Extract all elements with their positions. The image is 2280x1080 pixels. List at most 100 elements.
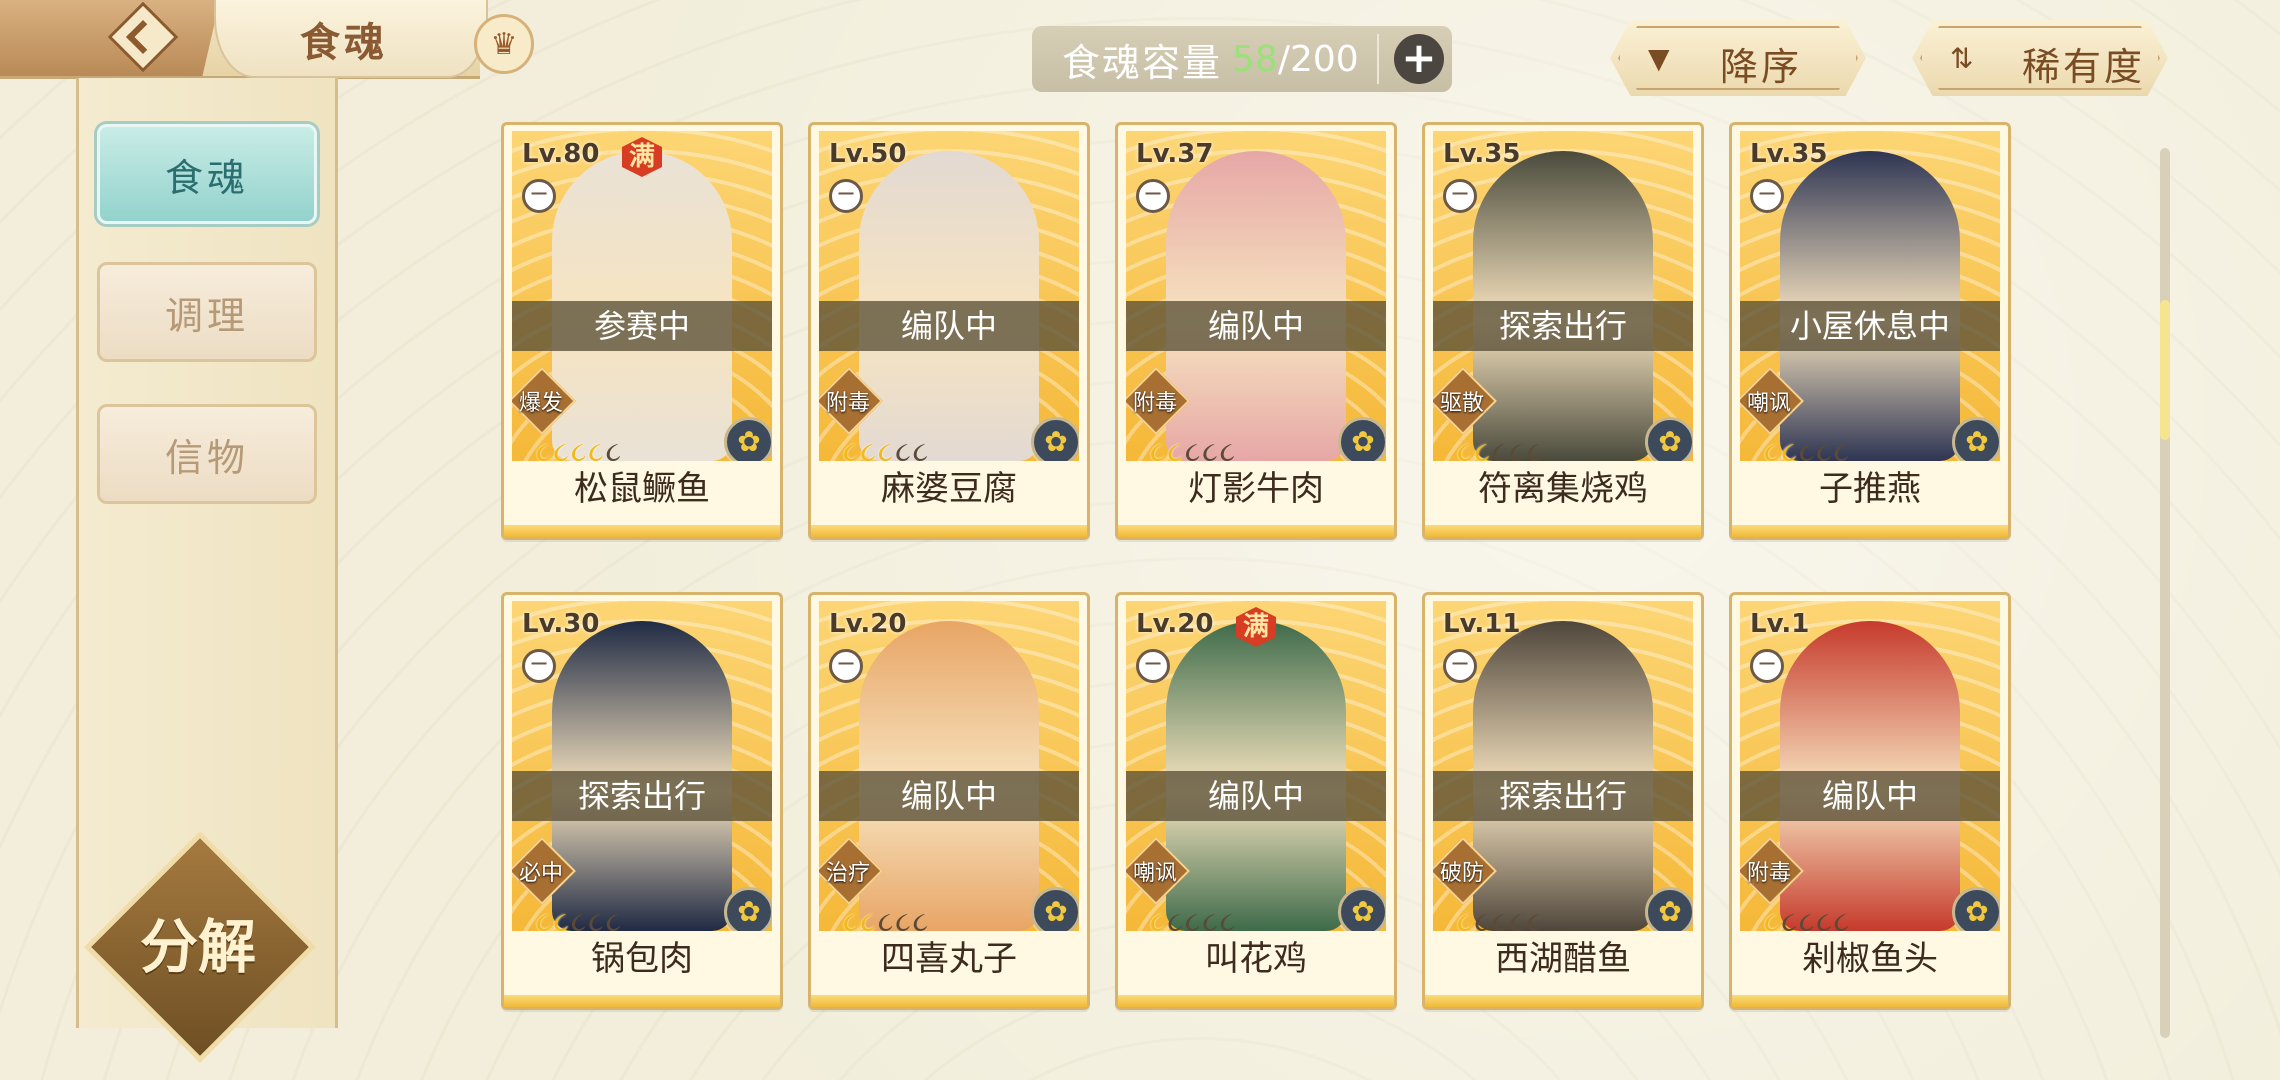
card-status: 编队中 (819, 301, 1079, 351)
food-soul-card[interactable]: Lv.37− 编队中 附毒 ૮૮૮૮૮ ✿ 灯影牛肉 (1115, 122, 1397, 540)
star-icon: ૮ (1816, 905, 1834, 931)
element-icon: ✿ (724, 887, 772, 931)
star-rating: ૮૮૮૮૮ (1764, 435, 1851, 461)
card-status: 探索出行 (1433, 301, 1693, 351)
card-status: 小屋休息中 (1740, 301, 2000, 351)
card-level: Lv.20 (829, 609, 907, 639)
element-icon: ✿ (1645, 887, 1693, 931)
lock-icon[interactable]: − (829, 649, 863, 683)
decompose-label: 分解 (139, 913, 256, 981)
star-icon: ૮ (1474, 905, 1492, 931)
role-tag: 必中 (512, 837, 576, 905)
star-icon: ૮ (1833, 435, 1852, 461)
food-soul-card[interactable]: Lv.50− 编队中 附毒 ૮૮૮૮૮ ✿ 麻婆豆腐 (808, 122, 1090, 540)
role-label: 爆发 (518, 391, 563, 416)
element-icon: ✿ (724, 417, 772, 461)
star-icon: ૮ (877, 905, 896, 931)
card-art: Lv.37− 编队中 附毒 ૮૮૮૮૮ ✿ (1126, 131, 1386, 461)
star-icon: ૮ (843, 905, 861, 931)
card-status: 探索出行 (1433, 771, 1693, 821)
triangle-down-icon: ▼ (1648, 42, 1670, 75)
lock-icon[interactable]: − (522, 179, 556, 213)
card-art: Lv.35− 小屋休息中 嘲讽 ૮૮૮૮૮ ✿ (1740, 131, 2000, 461)
card-level: Lv.20 (1136, 609, 1214, 639)
lock-icon[interactable]: − (1136, 649, 1170, 683)
card-art: Lv.80 满 − 参赛中 爆发 ૮૮૮૮૮ ✿ (512, 131, 772, 461)
star-icon: ૮ (895, 905, 913, 931)
star-icon: ૮ (1474, 435, 1492, 461)
crown-icon[interactable]: ♛ (474, 14, 534, 74)
star-icon: ૮ (895, 435, 913, 461)
card-bottom-strip (1732, 525, 2008, 537)
role-label: 附毒 (1746, 861, 1791, 886)
sort-order-button[interactable]: ▼ 降序 (1610, 20, 1866, 96)
role-tag: 附毒 (819, 367, 883, 435)
card-art: Lv.11− 探索出行 破防 ૮૮૮૮૮ ✿ (1433, 601, 1693, 931)
card-status: 编队中 (819, 771, 1079, 821)
card-bottom-strip (811, 525, 1087, 537)
card-name: 剁椒鱼头 (1802, 939, 1938, 979)
element-icon: ✿ (1952, 417, 2000, 461)
scrollbar-track[interactable] (2160, 148, 2170, 1038)
star-icon: ૮ (1184, 905, 1203, 931)
card-status: 编队中 (1126, 301, 1386, 351)
star-icon: ૮ (860, 905, 878, 931)
food-soul-card[interactable]: Lv.35− 小屋休息中 嘲讽 ૮૮૮૮૮ ✿ 子推燕 (1729, 122, 2011, 540)
star-rating: ૮૮૮૮૮ (1150, 905, 1237, 931)
role-tag: 爆发 (512, 367, 576, 435)
plus-icon[interactable]: + (1394, 34, 1444, 84)
sidebar-item-food-soul[interactable]: 食魂 (97, 124, 317, 224)
star-icon: ૮ (1150, 905, 1168, 931)
food-soul-card[interactable]: Lv.11− 探索出行 破防 ૮૮૮૮૮ ✿ 西湖醋鱼 (1422, 592, 1704, 1010)
card-status: 编队中 (1740, 771, 2000, 821)
sidebar-item-keepsake[interactable]: 信物 (97, 404, 317, 504)
card-name: 麻婆豆腐 (881, 469, 1017, 509)
star-icon: ૮ (605, 435, 624, 461)
sort-order-label: 降序 (1720, 45, 1803, 89)
star-icon: ૮ (1781, 435, 1799, 461)
lock-icon[interactable]: − (1750, 649, 1784, 683)
star-icon: ૮ (536, 905, 554, 931)
lock-icon[interactable]: − (1443, 649, 1477, 683)
star-icon: ૮ (1150, 435, 1168, 461)
star-icon: ૮ (1509, 435, 1527, 461)
role-label: 驱散 (1439, 391, 1484, 416)
element-icon: ✿ (1338, 887, 1386, 931)
card-art: Lv.20 满 − 编队中 嘲讽 ૮૮૮૮૮ ✿ (1126, 601, 1386, 931)
food-soul-card[interactable]: Lv.35− 探索出行 驱散 ૮૮૮૮૮ ✿ 符离集烧鸡 (1422, 122, 1704, 540)
sidebar-item-conditioning[interactable]: 调理 (97, 262, 317, 362)
food-soul-card[interactable]: Lv.1− 编队中 附毒 ૮૮૮૮૮ ✿ 剁椒鱼头 (1729, 592, 2011, 1010)
card-art: Lv.35− 探索出行 驱散 ૮૮૮૮૮ ✿ (1433, 131, 1693, 461)
food-soul-card[interactable]: Lv.30− 探索出行 必中 ૮૮૮૮૮ ✿ 锅包肉 (501, 592, 783, 1010)
star-icon: ૮ (1184, 435, 1203, 461)
lock-icon[interactable]: − (829, 179, 863, 213)
sort-rarity-button[interactable]: ⇅ 稀有度 (1912, 20, 2168, 96)
food-soul-card[interactable]: Lv.80 满 − 参赛中 爆发 ૮૮૮૮૮ ✿ 松鼠鳜鱼 (501, 122, 783, 540)
lock-icon[interactable]: − (1750, 179, 1784, 213)
role-tag: 附毒 (1740, 837, 1804, 905)
card-status: 参赛中 (512, 301, 772, 351)
scrollbar-thumb[interactable] (2160, 300, 2170, 440)
lock-icon[interactable]: − (522, 649, 556, 683)
role-label: 治疗 (825, 861, 870, 886)
star-icon: ૮ (1491, 435, 1510, 461)
food-soul-card[interactable]: Lv.20− 编队中 治疗 ૮૮૮૮૮ ✿ 四喜丸子 (808, 592, 1090, 1010)
element-icon: ✿ (1645, 417, 1693, 461)
sort-arrows-icon: ⇅ (1950, 42, 1974, 75)
card-name: 西湖醋鱼 (1495, 939, 1631, 979)
card-name: 叫花鸡 (1205, 939, 1307, 979)
capacity-max: 200 (1289, 38, 1359, 80)
star-icon: ૮ (1526, 435, 1545, 461)
card-name: 灯影牛肉 (1188, 469, 1324, 509)
lock-icon[interactable]: − (1136, 179, 1170, 213)
element-icon: ✿ (1338, 417, 1386, 461)
star-icon: ૮ (588, 435, 606, 461)
capacity-current: 58 (1232, 38, 1278, 80)
lock-icon[interactable]: − (1443, 179, 1477, 213)
food-soul-card[interactable]: Lv.20 满 − 编队中 嘲讽 ૮૮૮૮૮ ✿ 叫花鸡 (1115, 592, 1397, 1010)
back-arrow-icon (107, 1, 179, 73)
star-rating: ૮૮૮૮૮ (1764, 905, 1851, 931)
star-icon: ૮ (912, 435, 931, 461)
card-name: 四喜丸子 (881, 939, 1017, 979)
back-button[interactable] (0, 0, 220, 76)
